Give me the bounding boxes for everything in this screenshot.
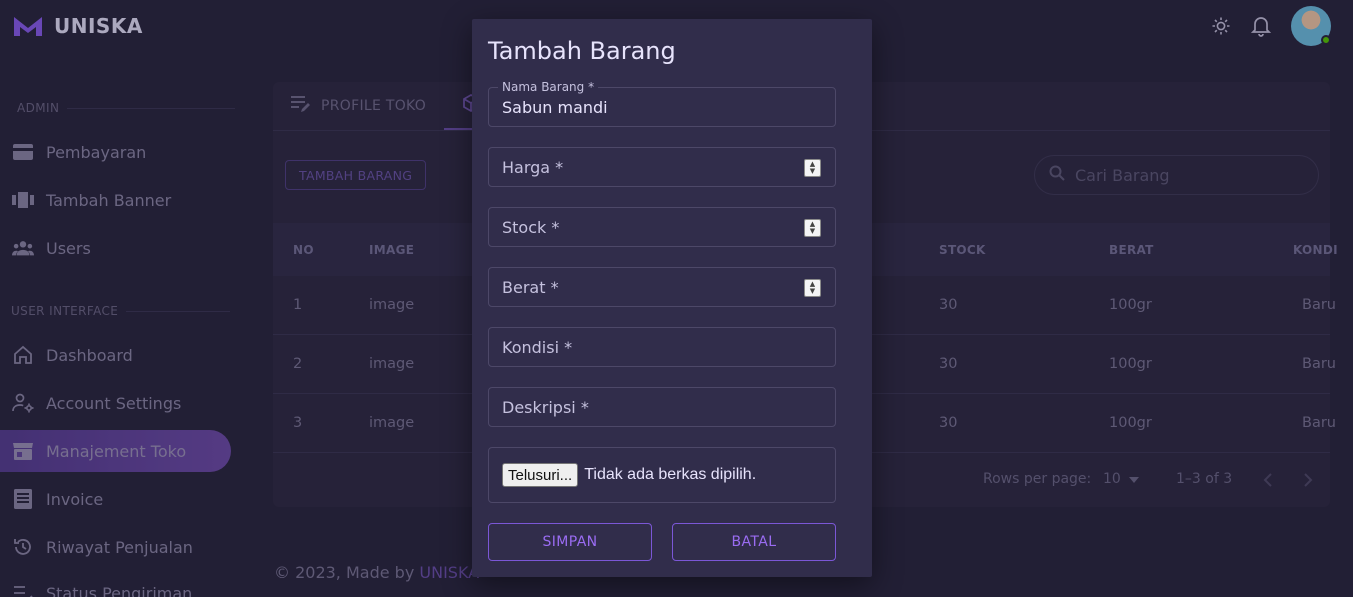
field-value: Sabun mandi <box>502 97 608 117</box>
simpan-button[interactable]: SIMPAN <box>488 523 652 561</box>
field-label: Berat * <box>502 277 559 297</box>
field-label: Nama Barang * <box>498 80 599 94</box>
browse-file-button[interactable]: Telusuri... <box>502 463 579 487</box>
kondisi-field[interactable]: Kondisi * <box>488 327 836 367</box>
image-file-input: Telusuri... Tidak ada berkas dipilih. <box>488 447 836 503</box>
harga-field[interactable]: Harga * ▲ ▼ <box>488 147 836 187</box>
deskripsi-field[interactable]: Deskripsi * <box>488 387 836 427</box>
field-label: Harga * <box>502 157 564 177</box>
number-spinner[interactable]: ▲ ▼ <box>804 219 821 237</box>
number-spinner[interactable]: ▲ ▼ <box>804 159 821 177</box>
berat-field[interactable]: Berat * ▲ ▼ <box>488 267 836 307</box>
field-label: Deskripsi * <box>502 397 589 417</box>
number-spinner[interactable]: ▲ ▼ <box>804 279 821 297</box>
nama-barang-field[interactable]: Nama Barang * Sabun mandi <box>488 80 836 127</box>
file-status-text: Tidak ada berkas dipilih. <box>584 466 757 483</box>
dialog-title: Tambah Barang <box>488 37 676 65</box>
field-label: Kondisi * <box>502 337 573 357</box>
tambah-barang-dialog: Tambah Barang Nama Barang * Sabun mandi … <box>472 19 872 577</box>
batal-button[interactable]: BATAL <box>672 523 836 561</box>
stock-field[interactable]: Stock * ▲ ▼ <box>488 207 836 247</box>
field-label: Stock * <box>502 217 560 237</box>
